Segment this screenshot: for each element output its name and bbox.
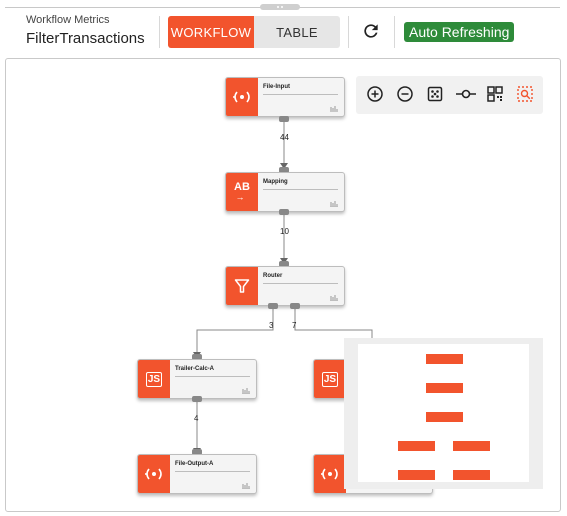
icon-text: JS	[145, 371, 163, 387]
header-divider	[159, 16, 160, 48]
output-port[interactable]	[279, 209, 289, 215]
header-divider	[394, 16, 395, 48]
node-divider	[263, 94, 338, 95]
node-label: File-Input	[263, 84, 290, 90]
edge-count: 7	[292, 321, 297, 330]
refresh-icon	[364, 24, 378, 38]
node-divider	[263, 189, 338, 190]
bar-chart-icon[interactable]	[330, 105, 338, 112]
icon-text: JS	[321, 371, 339, 387]
minimap-node	[426, 383, 463, 393]
tab-workflow[interactable]: WORKFLOW	[168, 16, 254, 48]
bar-chart-icon[interactable]	[242, 482, 250, 489]
drag-handle[interactable]	[260, 4, 300, 10]
tab-table[interactable]: TABLE	[254, 16, 340, 48]
zoom-out-icon[interactable]	[396, 85, 414, 103]
bar-chart-icon[interactable]	[242, 387, 250, 394]
ab-arrow-icon: AB →	[226, 173, 258, 211]
signal-icon	[138, 455, 170, 493]
node-mapping[interactable]: AB → Mapping	[225, 172, 345, 212]
layout-grid-icon[interactable]	[486, 85, 504, 103]
view-toggle: WORKFLOW TABLE	[168, 16, 340, 48]
line-connector-icon[interactable]	[455, 85, 477, 103]
minimap-node	[426, 354, 463, 364]
page-title: FilterTransactions	[26, 30, 145, 47]
node-divider	[263, 283, 338, 284]
bar-chart-icon[interactable]	[330, 294, 338, 301]
zoom-in-icon[interactable]	[366, 85, 384, 103]
funnel-icon	[226, 267, 258, 305]
js-icon: JS	[138, 360, 170, 398]
output-port[interactable]	[279, 116, 289, 122]
signal-icon	[314, 455, 346, 493]
bar-chart-icon[interactable]	[330, 200, 338, 207]
minimap-node	[453, 441, 490, 451]
arrow-glyph: →	[235, 192, 245, 202]
refresh-button[interactable]	[361, 20, 381, 42]
node-file-input[interactable]: File-Input	[225, 77, 345, 117]
minimap-node	[398, 470, 435, 480]
header-divider	[348, 16, 349, 48]
edge-count: 3	[269, 321, 274, 330]
node-label: File-Output-A	[175, 461, 214, 467]
minimap-viewport	[358, 344, 529, 482]
node-label: Router	[263, 273, 283, 279]
minimap[interactable]	[344, 338, 543, 489]
minimap-toggle-icon[interactable]	[516, 85, 534, 103]
node-label: Mapping	[263, 179, 288, 185]
node-trailer-calc-a[interactable]: JS Trailer-Calc-A	[137, 359, 257, 399]
edge-count: 10	[280, 227, 289, 236]
page-subtitle: Workflow Metrics	[26, 14, 110, 26]
signal-icon	[226, 78, 258, 116]
js-icon: JS	[314, 360, 346, 398]
node-router[interactable]: Router	[225, 266, 345, 306]
output-port[interactable]	[268, 303, 278, 309]
status-badge: Auto Refreshing	[404, 22, 515, 42]
minimap-node	[426, 412, 463, 422]
edge-count: 4	[194, 414, 199, 423]
node-divider	[175, 471, 250, 472]
minimap-node	[453, 470, 490, 480]
workflow-canvas[interactable]: 44 10 3 7 4 File-Input AB → Mapping Rout…	[5, 58, 561, 512]
output-port[interactable]	[290, 303, 300, 309]
node-file-output-a[interactable]: File-Output-A	[137, 454, 257, 494]
minimap-node	[398, 441, 435, 451]
zoom-controls	[356, 76, 543, 114]
output-port[interactable]	[192, 396, 202, 402]
fit-view-icon[interactable]	[426, 85, 444, 103]
edge-count: 44	[280, 133, 289, 142]
node-divider	[175, 376, 250, 377]
node-label: Trailer-Calc-A	[175, 366, 215, 372]
